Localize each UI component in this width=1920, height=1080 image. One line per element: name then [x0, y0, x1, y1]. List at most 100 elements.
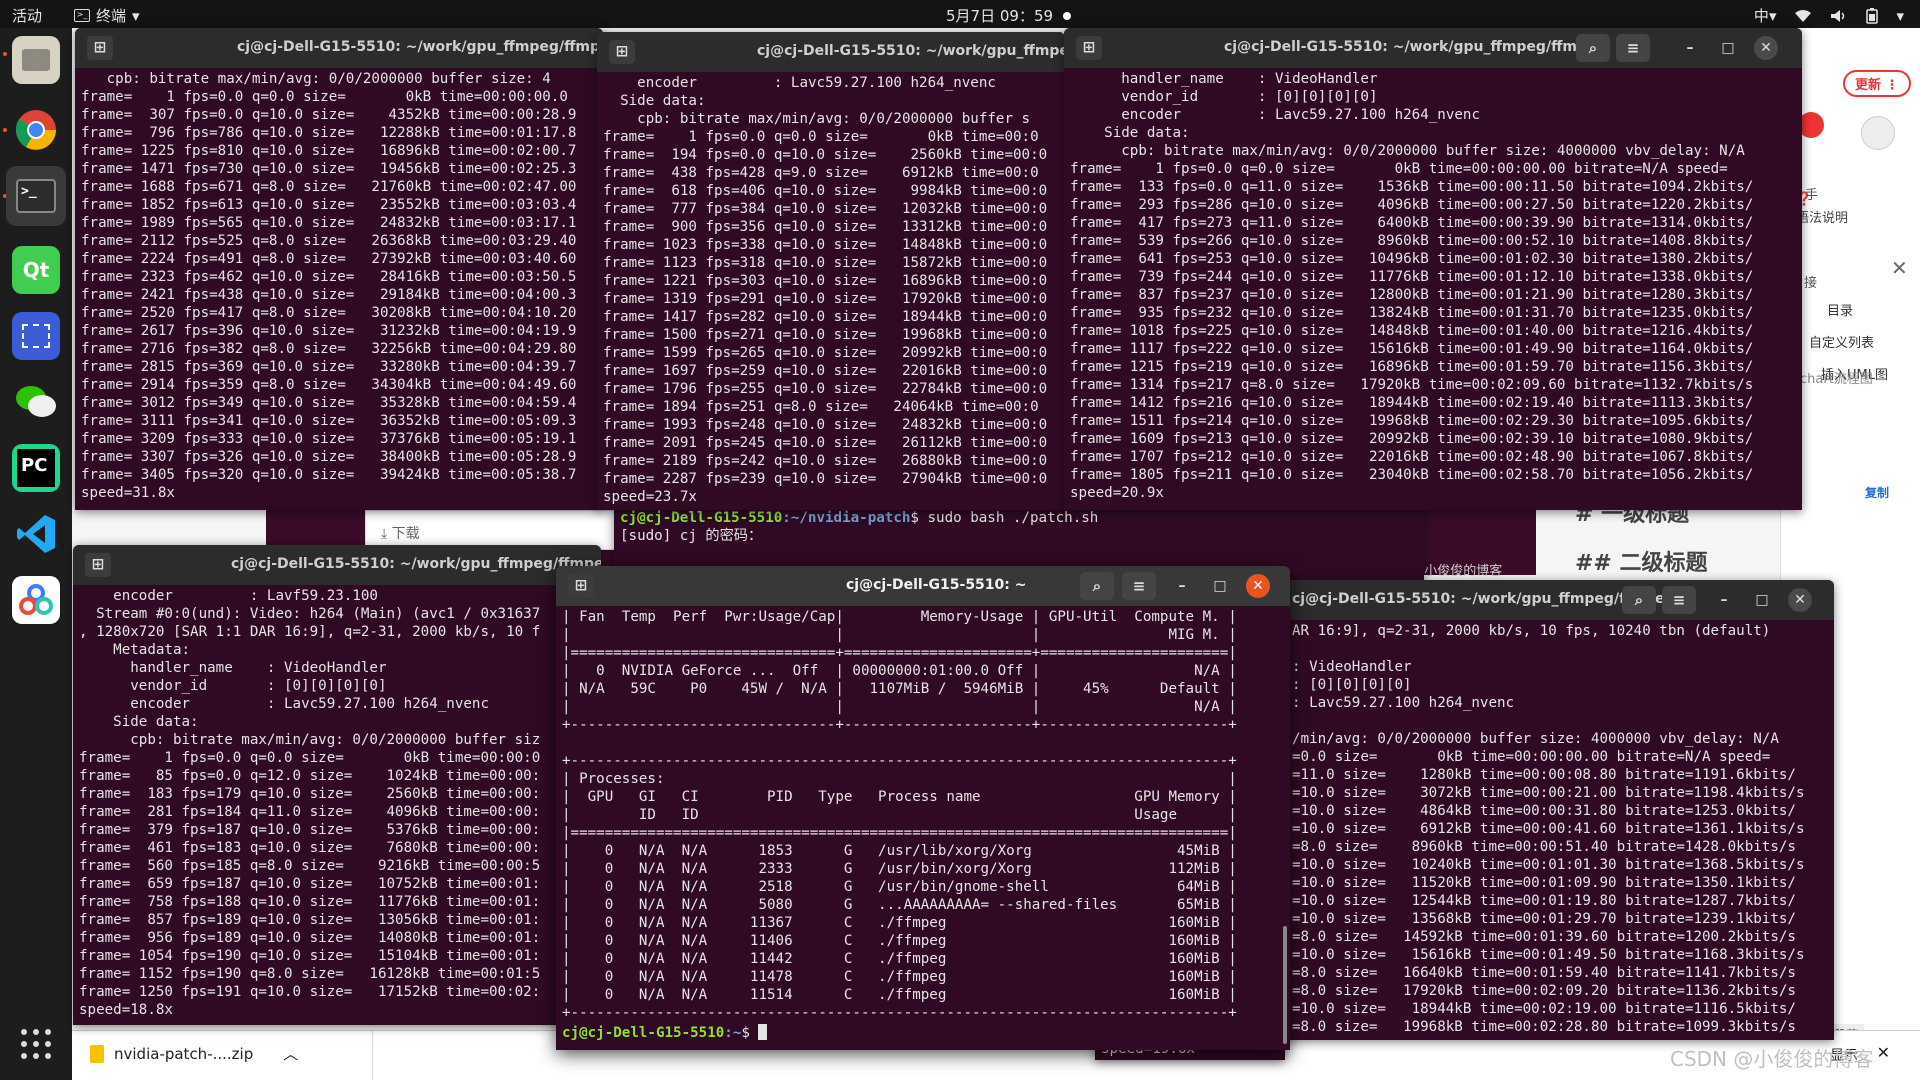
terminal-line: frame= 935 fps=232 q=10.0 size= 13824kB … [1070, 305, 1754, 321]
menu-icon[interactable]: ≡ [1122, 572, 1156, 600]
terminal-line: AR 16:9], q=2-31, 2000 kb/s, 10 fps, 102… [1292, 623, 1771, 639]
terminal-line: frame= 3209 fps=333 q=10.0 size= 37376kB… [81, 431, 577, 447]
chrome-icon[interactable] [12, 106, 60, 154]
terminal-line: frame= 461 fps=183 q=10.0 size= 7680kB t… [79, 840, 541, 856]
maximize-icon[interactable]: □ [1716, 36, 1740, 60]
input-method-indicator[interactable]: 中▾ [1754, 5, 1777, 26]
scrollbar[interactable] [1283, 926, 1287, 1044]
close-icon[interactable]: ✕ [1788, 588, 1812, 612]
download-item[interactable]: nvidia-patch-....zip ︿ [90, 1043, 298, 1064]
terminal-line: frame= 3012 fps=349 q=10.0 size= 35328kB… [81, 395, 577, 411]
app-menu[interactable]: >_ 终端 ▾ [74, 5, 140, 26]
minimize-icon[interactable]: – [1678, 36, 1702, 60]
terminal-window-3[interactable]: ⊞ cj@cj-Dell-G15-5510: ~/work/gpu_ffmpeg… [1064, 28, 1802, 510]
terminal-line: =10.0 size= 6912kB time=00:00:41.60 bitr… [1292, 821, 1805, 837]
terminal-line: | 0 N/A N/A 5080 G ...AAAAAAAAA= --share… [562, 897, 1237, 913]
window-titlebar[interactable]: ⊞ cj@cj-Dell-G15-5510: ~/work/gpu_ffmpeg… [73, 545, 601, 585]
terminal-line: frame= 1697 fps=259 q=10.0 size= 22016kB… [603, 363, 1048, 379]
files-icon[interactable] [12, 36, 60, 84]
window-titlebar[interactable]: ⊞ cj@cj-Dell-G15-5510: ~/work/gpu_ffmpeg… [1064, 28, 1802, 68]
menu-icon[interactable]: ≡ [1616, 34, 1650, 62]
show-applications-icon[interactable] [12, 1020, 60, 1068]
running-indicator [3, 52, 7, 56]
new-tab-icon[interactable]: ⊞ [87, 36, 113, 60]
syntax-help[interactable]: ❓ 语法说明 [1796, 192, 1848, 226]
prompt-symbol: $ [741, 1025, 759, 1041]
terminal-line: | 0 N/A N/A 11514 C ./ffmpeg 160MiB | [562, 987, 1237, 1003]
system-tray[interactable]: 中▾ ▾ [1754, 5, 1904, 26]
avatar[interactable] [1861, 116, 1895, 150]
maximize-icon[interactable]: □ [1208, 574, 1232, 598]
activities-button[interactable]: 活动 [12, 5, 42, 26]
menu-item-chart[interactable]: chart流程图 [1800, 368, 1873, 387]
search-icon[interactable]: ⌕ [1576, 34, 1610, 62]
terminal-window-2[interactable]: ⊞ cj@cj-Dell-G15-5510: ~/work/gpu_ffmpeg… [597, 32, 1065, 510]
terminal-line: | 0 NVIDIA GeForce ... Off | 00000000:01… [562, 663, 1237, 679]
terminal-line: frame= 1500 fps=271 q=10.0 size= 19968kB… [603, 327, 1048, 343]
window-titlebar[interactable]: cj@cj-Dell-G15-5510: ~/work/gpu_ffmpeg/f… [1260, 580, 1834, 620]
terminal-output: encoder : Lavc59.27.100 h264_nvenc Side … [597, 72, 1065, 508]
window-titlebar[interactable]: ⊞ cj@cj-Dell-G15-5510: ~/work/gpu_ffmpeg… [75, 28, 603, 68]
window-titlebar[interactable]: ⊞ cj@cj-Dell-G15-5510: ~/work/gpu_ffmpeg… [597, 32, 1065, 72]
terminal-window-4[interactable]: ⊞ cj@cj-Dell-G15-5510: ~/work/gpu_ffmpeg… [73, 545, 601, 1025]
terminal-line: frame= 3405 fps=320 q=10.0 size= 39424kB… [81, 467, 577, 483]
terminal-line: frame= 1221 fps=303 q=10.0 size= 16896kB… [603, 273, 1048, 289]
new-tab-icon[interactable]: ⊞ [609, 40, 635, 64]
toolbar-hand[interactable]: 手 [1805, 184, 1818, 203]
terminal-line: frame= 659 fps=187 q=10.0 size= 10752kB … [79, 876, 541, 892]
minimize-icon[interactable]: – [1712, 588, 1736, 612]
terminal-line: =10.0 size= 11520kB time=00:01:09.90 bit… [1292, 875, 1796, 891]
chevron-up-icon[interactable]: ︿ [283, 1043, 298, 1064]
terminal-line: frame= 2287 fps=239 q=10.0 size= 27904kB… [603, 471, 1048, 487]
terminal-dock-icon[interactable]: >_ [6, 166, 66, 226]
terminal-prompt-line[interactable]: cj@cj-Dell-G15-5510:~$ [556, 1022, 1290, 1044]
new-tab-icon[interactable]: ⊞ [568, 574, 594, 598]
terminal-line: frame= 2716 fps=382 q=8.0 size= 32256kB … [81, 341, 577, 357]
screenshot-icon[interactable] [12, 312, 60, 360]
maximize-icon[interactable]: □ [1750, 588, 1774, 612]
terminal-line: frame= 3111 fps=341 q=10.0 size= 36352kB… [81, 413, 577, 429]
new-tab-icon[interactable]: ⊞ [85, 553, 111, 577]
terminal-line: |=======================================… [562, 825, 1237, 841]
terminal-line: frame= 2189 fps=242 q=10.0 size= 26880kB… [603, 453, 1048, 469]
wechat-icon[interactable] [12, 378, 60, 426]
terminal-window-5[interactable]: cj@cj-Dell-G15-5510: ~/work/gpu_ffmpeg/f… [1260, 580, 1834, 1040]
minimize-icon[interactable]: – [1170, 574, 1194, 598]
menu-icon[interactable]: ≡ [1662, 586, 1696, 614]
terminal-window-1[interactable]: ⊞ cj@cj-Dell-G15-5510: ~/work/gpu_ffmpeg… [75, 28, 603, 510]
close-icon[interactable]: ✕ [1246, 574, 1270, 598]
terminal-line: cpb: bitrate max/min/avg: 0/0/2000000 bu… [81, 71, 551, 87]
terminal-window-main[interactable]: ⊞ cj@cj-Dell-G15-5510: ~ ⌕ ≡ – □ ✕ | Fan… [556, 566, 1290, 1050]
vscode-icon[interactable] [12, 510, 60, 558]
terminal-line: frame= 2815 fps=369 q=10.0 size= 33280kB… [81, 359, 577, 375]
volume-icon [1831, 9, 1845, 22]
new-tab-icon[interactable]: ⊞ [1076, 36, 1102, 60]
sudo-password-prompt: [sudo] cj 的密码： [620, 528, 763, 544]
close-icon[interactable]: ✕ [1877, 1043, 1890, 1062]
window-titlebar[interactable]: ⊞ cj@cj-Dell-G15-5510: ~ ⌕ ≡ – □ ✕ [556, 566, 1290, 606]
close-icon[interactable]: ✕ [1891, 256, 1908, 280]
terminal-line: =8.0 size= 17920kB time=00:02:09.20 bitr… [1292, 983, 1796, 999]
terminal-output: encoder : Lavf59.23.100 Stream #0:0(und)… [73, 585, 601, 1021]
search-icon[interactable]: ⌕ [1080, 572, 1114, 600]
baidu-netdisk-icon[interactable] [12, 576, 60, 624]
copy-button[interactable]: 复制 [1865, 484, 1889, 501]
update-button[interactable]: 更新 ⋮ [1843, 70, 1911, 97]
pycharm-icon[interactable]: PC [12, 444, 60, 492]
app-menu-label: 终端 [96, 7, 127, 25]
menu-item-toc[interactable]: 目录 [1827, 300, 1853, 319]
search-icon[interactable]: ⌕ [1622, 586, 1656, 614]
window-title: cj@cj-Dell-G15-5510: ~/work/gpu_ffmpeg/f… [1224, 39, 1607, 55]
terminal-line: | 0 N/A N/A 2518 G /usr/bin/gnome-shell … [562, 879, 1237, 895]
menu-item-link[interactable]: 接 [1804, 272, 1817, 291]
terminal-line: frame= 1993 fps=248 q=10.0 size= 24832kB… [603, 417, 1048, 433]
close-icon[interactable]: ✕ [1754, 36, 1778, 60]
terminal-line: Side data: [1070, 125, 1190, 141]
menu-item-custom-list[interactable]: 自定义列表 [1809, 332, 1874, 351]
qt-creator-icon[interactable]: Qt [12, 246, 60, 294]
clock[interactable]: 5月7日 09：59 [946, 5, 1072, 26]
terminal-line: frame= 281 fps=184 q=11.0 size= 4096kB t… [79, 804, 541, 820]
power-menu-icon[interactable]: ▾ [1896, 7, 1904, 25]
terminal-line: =10.0 size= 12544kB time=00:01:19.80 bit… [1292, 893, 1796, 909]
